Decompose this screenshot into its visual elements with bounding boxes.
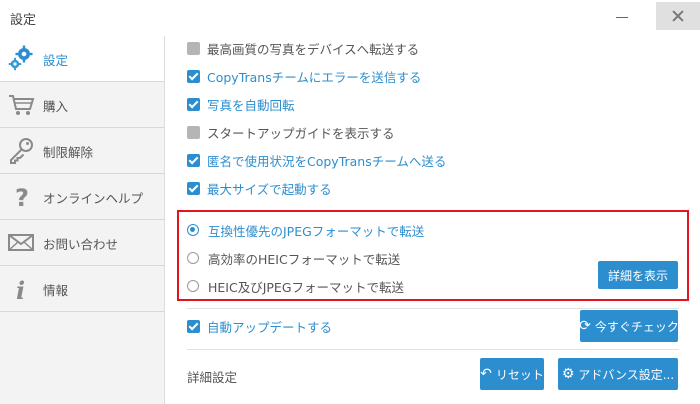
- radio-button[interactable]: [187, 224, 199, 236]
- settings-panel: 最高画質の写真をデバイスへ転送する CopyTransチームにエラーを送信する …: [165, 36, 700, 404]
- radio-jpeg[interactable]: 互換性優先のJPEGフォーマットで転送: [187, 220, 424, 240]
- sidebar-item-label: オンラインヘルプ: [43, 191, 144, 206]
- advanced-settings-button[interactable]: ⚙ アドバンス設定...: [558, 358, 678, 390]
- option-label: 最大サイズで起動する: [207, 181, 332, 197]
- option-auto-rotate[interactable]: 写真を自動回転: [187, 94, 295, 114]
- checkbox[interactable]: [187, 69, 200, 83]
- radio-label: HEIC及びJPEGフォーマットで転送: [208, 279, 405, 295]
- question-icon: ?: [15, 184, 29, 211]
- button-label: 詳細を表示: [607, 268, 668, 283]
- option-label: CopyTransチームにエラーを送信する: [207, 69, 422, 85]
- checkbox[interactable]: [187, 153, 200, 167]
- info-icon: i: [16, 276, 25, 303]
- sidebar-item-purchase[interactable]: 購入: [0, 82, 164, 128]
- checkbox[interactable]: [187, 97, 200, 111]
- button-label: 今すぐチェック: [594, 319, 679, 334]
- refresh-icon: ⟳: [579, 318, 591, 334]
- sidebar-item-online-help[interactable]: ? オンラインヘルプ: [0, 174, 164, 220]
- option-auto-update[interactable]: 自動アップデートする: [187, 316, 332, 336]
- close-button[interactable]: [656, 2, 700, 30]
- radio-heic-and-jpeg[interactable]: HEIC及びJPEGフォーマットで転送: [187, 276, 404, 296]
- radio-button[interactable]: [187, 280, 199, 292]
- window-title: 設定: [10, 13, 37, 28]
- checkbox[interactable]: [187, 125, 200, 139]
- sidebar-item-label: 情報: [43, 283, 69, 298]
- option-label: 最高画質の写真をデバイスへ転送する: [207, 41, 420, 57]
- divider: [187, 308, 679, 309]
- sidebar-item-label: お問い合わせ: [43, 237, 119, 252]
- gears-icon: [8, 45, 33, 71]
- sidebar-item-label: 設定: [43, 53, 69, 68]
- title-bar: 設定: [0, 0, 700, 36]
- svg-text:?: ?: [15, 184, 29, 211]
- option-usage-stats[interactable]: 匿名で使用状況をCopyTransチームへ送る: [187, 150, 446, 170]
- option-label: スタートアップガイドを表示する: [207, 125, 395, 141]
- option-label: 自動アップデートする: [207, 319, 333, 335]
- option-send-errors[interactable]: CopyTransチームにエラーを送信する: [187, 66, 421, 86]
- radio-label: 高効率のHEICフォーマットで転送: [208, 251, 401, 267]
- key-icon: [10, 138, 33, 164]
- sidebar-item-unlock[interactable]: 制限解除: [0, 128, 164, 174]
- radio-button[interactable]: [187, 252, 199, 264]
- sidebar-item-info[interactable]: i 情報: [0, 266, 164, 312]
- divider: [187, 349, 679, 350]
- advanced-settings-label: 詳細設定: [187, 370, 238, 385]
- svg-text:i: i: [16, 276, 25, 303]
- show-details-button[interactable]: 詳細を表示: [598, 261, 678, 289]
- reset-button[interactable]: ↶ リセット: [480, 358, 544, 390]
- option-label: 写真を自動回転: [207, 97, 295, 113]
- button-label: リセット: [495, 367, 544, 382]
- radio-heic[interactable]: 高効率のHEICフォーマットで転送: [187, 248, 400, 268]
- radio-label: 互換性優先のJPEGフォーマットで転送: [208, 223, 425, 239]
- sidebar-item-label: 制限解除: [43, 145, 94, 160]
- checkbox[interactable]: [187, 41, 200, 55]
- sidebar-item-contact[interactable]: お問い合わせ: [0, 220, 164, 266]
- envelope-icon: [8, 234, 34, 251]
- check-now-button[interactable]: ⟳ 今すぐチェック: [579, 310, 679, 342]
- minimize-button[interactable]: [616, 17, 628, 18]
- cart-icon: [9, 95, 35, 115]
- sidebar: 設定 購入 制限解除 ? オンラインヘルプ お問い合わせ i 情報: [0, 36, 165, 404]
- button-label: アドバンス設定...: [578, 367, 675, 382]
- option-startup-guide[interactable]: スタートアップガイドを表示する: [187, 122, 395, 142]
- checkbox[interactable]: [187, 181, 200, 195]
- option-max-quality[interactable]: 最高画質の写真をデバイスへ転送する: [187, 38, 419, 58]
- checkbox[interactable]: [187, 319, 200, 333]
- option-start-maximized[interactable]: 最大サイズで起動する: [187, 178, 332, 198]
- undo-icon: ↶: [480, 366, 492, 382]
- sidebar-item-settings[interactable]: 設定: [0, 36, 164, 82]
- gear-icon: ⚙: [561, 366, 575, 382]
- option-label: 匿名で使用状況をCopyTransチームへ送る: [207, 153, 447, 169]
- sidebar-item-label: 購入: [43, 99, 69, 114]
